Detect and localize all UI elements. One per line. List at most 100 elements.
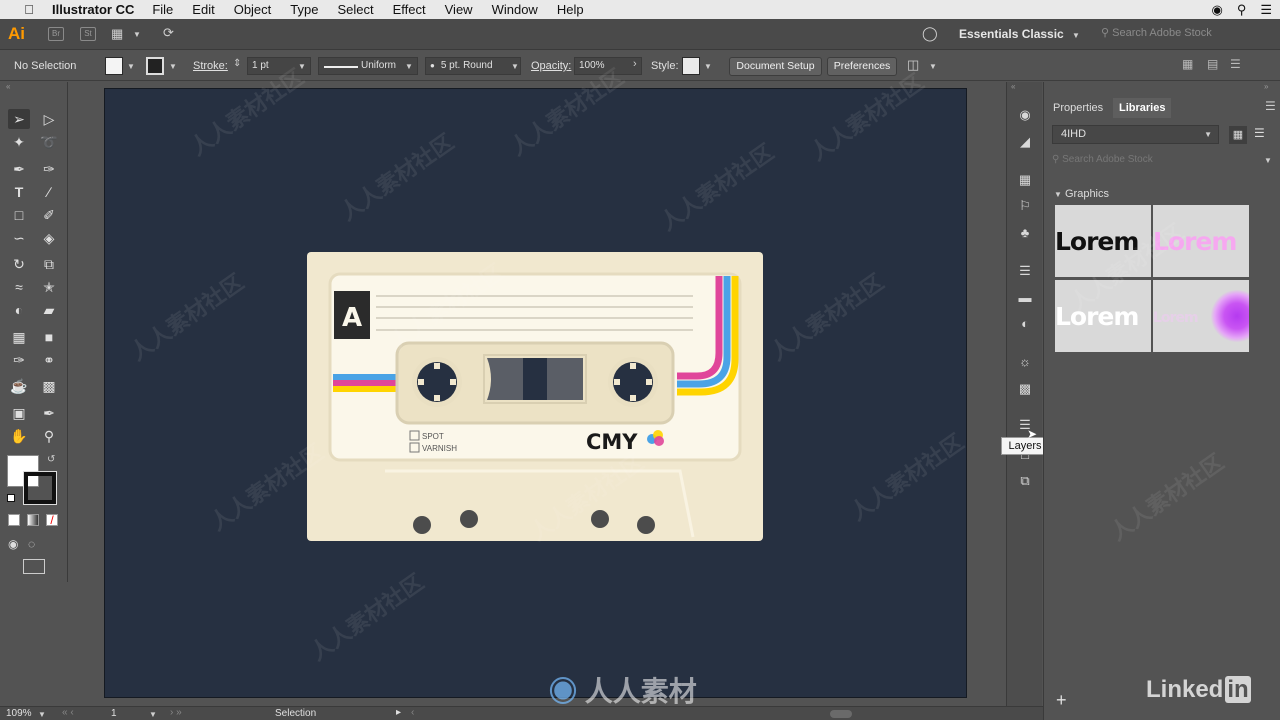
- symbols-icon[interactable]: ▦: [1015, 171, 1035, 189]
- selection-tool-icon[interactable]: ➢: [8, 109, 30, 129]
- graphic-thumb-lorem-glow[interactable]: Lorem: [1153, 280, 1249, 352]
- artboard-tool-icon[interactable]: ▣: [8, 403, 30, 423]
- column-graph-tool-icon[interactable]: ▩: [38, 376, 60, 396]
- gradient-mode-icon[interactable]: [27, 514, 39, 526]
- scale-tool-icon[interactable]: ⧉: [38, 254, 60, 274]
- stroke-color-box[interactable]: [23, 471, 57, 505]
- appearance-icon[interactable]: ☼: [1015, 353, 1035, 371]
- panel-menu-icon[interactable]: ☰: [1265, 99, 1276, 113]
- perspective-grid-tool-icon[interactable]: ▰: [38, 300, 60, 320]
- tab-libraries[interactable]: Libraries: [1113, 98, 1172, 118]
- grid-view-icon[interactable]: ▦: [1229, 126, 1247, 144]
- menu-effect[interactable]: Effect: [393, 2, 426, 17]
- menu-select[interactable]: Select: [337, 2, 373, 17]
- magic-wand-tool-icon[interactable]: ✦: [8, 132, 30, 152]
- draw-normal-icon[interactable]: ◉: [8, 537, 18, 551]
- workspace-switcher[interactable]: Essentials Classic: [959, 27, 1064, 41]
- swatches-icon[interactable]: ◢: [1015, 133, 1035, 151]
- chevron-right-icon[interactable]: ›: [633, 58, 637, 70]
- library-search-field[interactable]: ⚲ Search Adobe Stock ▼: [1052, 154, 1272, 165]
- gradient-panel-icon[interactable]: ▬: [1015, 289, 1035, 307]
- menu-type[interactable]: Type: [290, 2, 318, 17]
- lightbulb-icon[interactable]: ◯: [922, 25, 938, 42]
- line-tool-icon[interactable]: ∕: [38, 182, 60, 202]
- shaper-tool-icon[interactable]: ∽: [8, 228, 30, 248]
- collapse-icon[interactable]: «: [1011, 82, 1015, 91]
- chevron-down-icon[interactable]: ▼: [149, 710, 157, 719]
- eyedropper-tool-icon[interactable]: ✑: [8, 350, 30, 370]
- chevron-down-icon[interactable]: ▼: [511, 62, 519, 71]
- chevron-down-icon[interactable]: ▼: [169, 62, 177, 71]
- status-menu-icon[interactable]: ▸: [396, 707, 401, 718]
- scroll-left-icon[interactable]: ‹: [411, 707, 414, 718]
- notification-center-icon[interactable]: ☰: [1260, 2, 1272, 18]
- menu-help[interactable]: Help: [557, 2, 584, 17]
- chevron-down-icon[interactable]: ▼: [298, 62, 306, 71]
- lasso-tool-icon[interactable]: ➰: [38, 132, 60, 152]
- transform-icon[interactable]: ▤: [1207, 57, 1218, 71]
- graphics-section-header[interactable]: ▼ Graphics: [1054, 188, 1109, 200]
- panel-menu-icon[interactable]: ☰: [1230, 57, 1241, 71]
- paintbrush-tool-icon[interactable]: ✐: [38, 205, 60, 225]
- gradient-tool-icon[interactable]: ■: [38, 327, 60, 347]
- curvature-tool-icon[interactable]: ✑: [38, 159, 60, 179]
- color-mode-icon[interactable]: [8, 514, 20, 526]
- pathfinder-icon[interactable]: ⧉: [1015, 472, 1035, 490]
- opacity-field[interactable]: 100%: [574, 57, 642, 75]
- opacity-label[interactable]: Opacity:: [531, 60, 571, 72]
- preferences-button[interactable]: Preferences: [827, 57, 897, 76]
- stock-icon[interactable]: St: [80, 27, 96, 41]
- chevron-down-icon[interactable]: ▼: [38, 710, 46, 719]
- zoom-level[interactable]: 109%: [6, 708, 32, 719]
- chevron-down-icon[interactable]: ▼: [1072, 31, 1080, 40]
- type-tool-icon[interactable]: T: [8, 182, 30, 202]
- list-view-icon[interactable]: ☰: [1254, 126, 1265, 140]
- artboard[interactable]: A SPOT VARNISH CMY: [104, 88, 967, 698]
- zoom-tool-icon[interactable]: ⚲: [38, 426, 60, 446]
- menu-view[interactable]: View: [445, 2, 473, 17]
- slice-tool-icon[interactable]: ✒: [38, 403, 60, 423]
- stock-search-field[interactable]: ⚲ Search Adobe Stock: [1101, 26, 1251, 44]
- artboard-number[interactable]: 1: [111, 708, 117, 719]
- mesh-tool-icon[interactable]: ▦: [8, 327, 30, 347]
- next-artboard-icon[interactable]: › »: [170, 707, 182, 718]
- collapse-icon[interactable]: «: [6, 82, 10, 91]
- rectangle-tool-icon[interactable]: □: [8, 205, 30, 225]
- puppet-warp-tool-icon[interactable]: ✭: [38, 277, 60, 297]
- direct-selection-tool-icon[interactable]: ▷: [38, 109, 60, 129]
- graphic-style-swatch[interactable]: [682, 57, 700, 75]
- menu-file[interactable]: File: [152, 2, 173, 17]
- swap-fill-stroke-icon[interactable]: ↺: [47, 454, 55, 465]
- club-icon[interactable]: ♣: [1015, 224, 1035, 242]
- eraser-tool-icon[interactable]: ◈: [38, 228, 60, 248]
- hand-tool-icon[interactable]: ✋: [8, 426, 30, 446]
- chevron-down-icon[interactable]: ▼: [133, 30, 141, 39]
- brushes-icon[interactable]: ⚐: [1015, 197, 1035, 215]
- tab-properties[interactable]: Properties: [1047, 98, 1109, 118]
- spotlight-icon[interactable]: ⚲: [1237, 2, 1247, 18]
- stroke-label[interactable]: Stroke:: [193, 60, 228, 72]
- pen-tool-icon[interactable]: ✒: [8, 159, 30, 179]
- apple-icon[interactable]: : [20, 2, 38, 17]
- blend-tool-icon[interactable]: ⚭: [38, 350, 60, 370]
- color-guide-icon[interactable]: ◉: [1015, 106, 1035, 124]
- default-fill-stroke-icon[interactable]: [7, 494, 15, 502]
- previous-artboard-icon[interactable]: « ‹: [62, 707, 74, 718]
- chevron-down-icon[interactable]: ▼: [704, 62, 712, 71]
- creative-cloud-icon[interactable]: ◉: [1211, 2, 1222, 18]
- stepper-icon[interactable]: ⇕: [233, 58, 241, 69]
- stroke-panel-icon[interactable]: ☰: [1015, 262, 1035, 280]
- transparency-panel-icon[interactable]: ◐: [1015, 315, 1035, 333]
- screen-mode-icon[interactable]: [23, 559, 45, 574]
- add-content-icon[interactable]: +: [1056, 690, 1067, 711]
- quick-actions-icon[interactable]: ◫: [907, 57, 919, 73]
- collapse-icon[interactable]: »: [1264, 82, 1268, 91]
- library-dropdown[interactable]: 4IHD ▼: [1052, 125, 1219, 144]
- align-icon[interactable]: ▦: [1182, 57, 1193, 71]
- rotate-tool-icon[interactable]: ↻: [8, 254, 30, 274]
- document-setup-button[interactable]: Document Setup: [729, 57, 822, 76]
- graphic-styles-icon[interactable]: ▩: [1015, 380, 1035, 398]
- menu-edit[interactable]: Edit: [192, 2, 214, 17]
- menu-object[interactable]: Object: [234, 2, 272, 17]
- graphic-thumb-lorem-white[interactable]: Lorem: [1055, 280, 1151, 352]
